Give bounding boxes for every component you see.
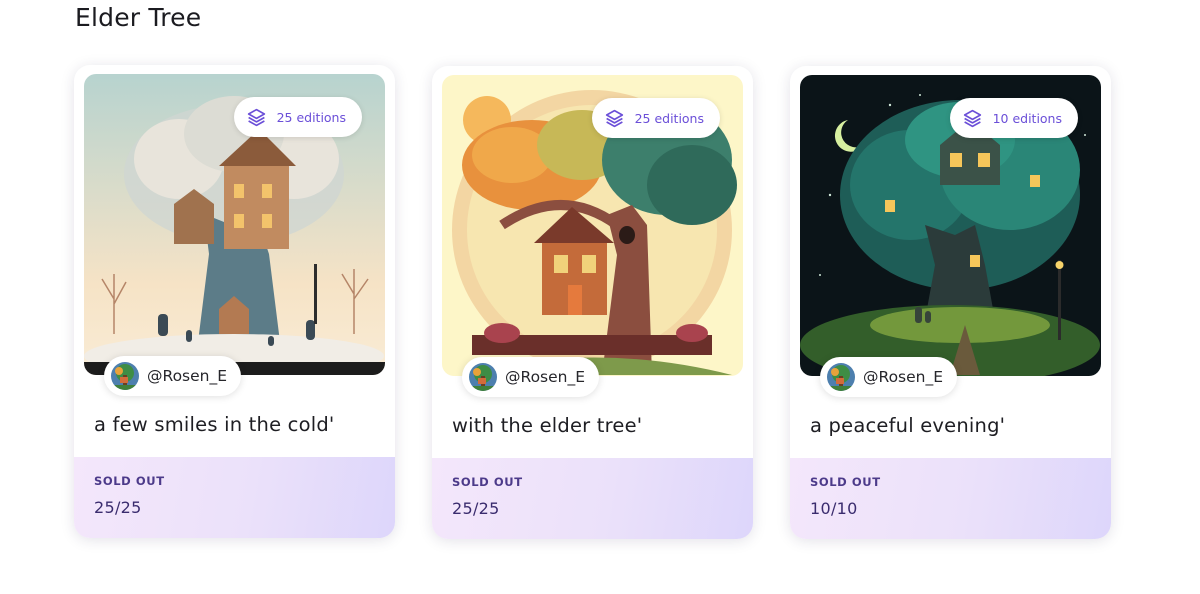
creator-handle: @Rosen_E bbox=[505, 368, 586, 386]
avatar bbox=[111, 362, 139, 390]
sale-footer: SOLD OUT 25/25 bbox=[432, 458, 753, 539]
artwork-image[interactable]: 10 editions bbox=[800, 75, 1101, 376]
creator-chip[interactable]: @Rosen_E bbox=[820, 357, 958, 397]
sale-status: SOLD OUT bbox=[452, 475, 523, 489]
editions-label: 25 editions bbox=[276, 109, 346, 125]
editions-badge[interactable]: 25 editions bbox=[233, 97, 362, 137]
avatar bbox=[827, 363, 855, 391]
creator-handle: @Rosen_E bbox=[863, 368, 944, 386]
creator-chip[interactable]: @Rosen_E bbox=[462, 357, 600, 397]
nft-title: a few smiles in the cold' bbox=[94, 413, 335, 436]
layers-icon bbox=[246, 107, 267, 128]
avatar bbox=[469, 363, 497, 391]
sale-status: SOLD OUT bbox=[810, 475, 881, 489]
layers-icon bbox=[604, 108, 625, 129]
edition-count: 25/25 bbox=[452, 499, 500, 518]
sale-footer: SOLD OUT 10/10 bbox=[790, 458, 1111, 539]
sale-status: SOLD OUT bbox=[94, 474, 165, 488]
editions-label: 25 editions bbox=[634, 110, 704, 126]
nft-title: a peaceful evening' bbox=[810, 414, 1006, 437]
section-title: Elder Tree bbox=[75, 3, 202, 32]
artwork-image[interactable]: 25 editions bbox=[84, 74, 385, 375]
nft-card[interactable]: 25 editions @Rosen_E with the elder tree… bbox=[432, 66, 753, 539]
sale-footer: SOLD OUT 25/25 bbox=[74, 457, 395, 538]
creator-chip[interactable]: @Rosen_E bbox=[104, 356, 242, 396]
edition-count: 10/10 bbox=[810, 499, 858, 518]
editions-badge[interactable]: 25 editions bbox=[591, 98, 720, 138]
artwork-image[interactable]: 25 editions bbox=[442, 75, 743, 376]
editions-badge[interactable]: 10 editions bbox=[949, 98, 1078, 138]
layers-icon bbox=[962, 108, 983, 129]
edition-count: 25/25 bbox=[94, 498, 142, 517]
creator-handle: @Rosen_E bbox=[147, 367, 228, 385]
nft-title: with the elder tree' bbox=[452, 414, 643, 437]
editions-label: 10 editions bbox=[992, 110, 1062, 126]
nft-card[interactable]: 10 editions @Rosen_E a peaceful evening'… bbox=[790, 66, 1111, 539]
nft-card[interactable]: 25 editions @Rosen_E a few smiles in the… bbox=[74, 65, 395, 538]
